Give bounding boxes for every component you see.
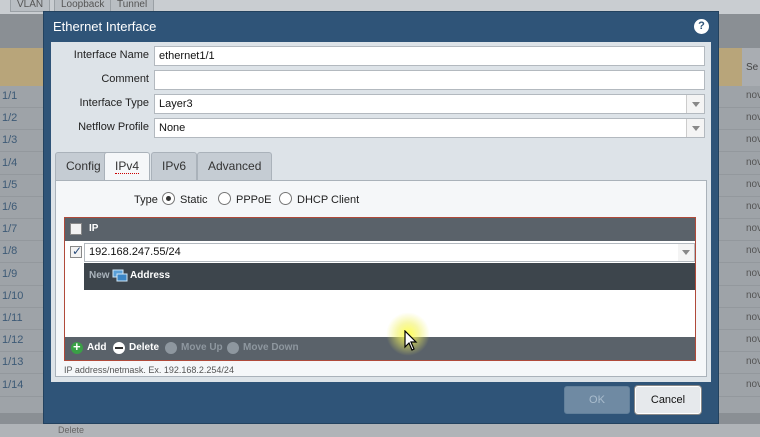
mouse-cursor-icon <box>404 330 418 351</box>
interface-name-cell[interactable]: 1/2 <box>2 112 17 124</box>
static-radio-label: Static <box>180 194 208 206</box>
ip-column-header[interactable]: IP <box>89 223 98 234</box>
dhcp-client-radio[interactable] <box>279 192 292 205</box>
security-cell: nov <box>746 201 760 212</box>
delete-button-label: Delete <box>129 342 160 353</box>
move-down-button-label: Move Down <box>243 342 299 353</box>
interface-name-cell[interactable]: 1/11 <box>2 312 23 324</box>
background-delete-label[interactable]: Delete <box>58 425 84 435</box>
row-checkbox[interactable] <box>70 244 82 258</box>
security-cell: nov <box>746 334 760 346</box>
tab-ipv6[interactable]: IPv6 <box>151 152 198 180</box>
netflow-profile-value: None <box>159 122 186 134</box>
security-cell: nov <box>746 112 760 124</box>
ip-address-input[interactable]: 192.168.247.55/24 <box>84 243 695 262</box>
ip-format-hint: IP address/netmask. Ex. 192.168.2.254/24 <box>64 365 234 375</box>
interface-name-input[interactable]: ethernet1/1 <box>154 46 705 66</box>
interface-type-label: Interface Type <box>79 97 149 109</box>
chevron-down-icon[interactable] <box>678 244 694 261</box>
security-cell: nov <box>746 378 760 390</box>
interface-name-cell[interactable]: 1/8 <box>2 245 17 257</box>
netflow-profile-label: Netflow Profile <box>78 121 149 133</box>
security-cell: nov <box>746 312 760 323</box>
interface-type-select[interactable]: Layer3 <box>154 94 705 114</box>
interface-name-cell[interactable]: 1/9 <box>2 268 17 280</box>
help-icon[interactable]: ? <box>694 19 709 34</box>
dhcp-client-radio-label: DHCP Client <box>297 194 360 206</box>
interface-name-cell[interactable]: 1/5 <box>2 179 17 191</box>
comment-row: Comment <box>51 70 711 90</box>
comment-label: Comment <box>101 73 149 85</box>
add-button-label: Add <box>87 342 107 353</box>
pppoe-radio[interactable] <box>218 192 231 205</box>
chevron-down-icon[interactable] <box>686 119 704 137</box>
move-up-button-label: Move Up <box>181 342 223 353</box>
delete-icon <box>113 342 125 354</box>
interface-name-cell[interactable]: 1/1 <box>2 90 17 102</box>
dialog-title: Ethernet Interface <box>53 19 157 34</box>
tab-ipv4[interactable]: IPv4 <box>104 152 151 181</box>
new-address-option[interactable]: Address <box>130 270 170 281</box>
interface-name-cell[interactable]: 1/14 <box>2 379 23 391</box>
interface-name-cell[interactable]: 1/3 <box>2 134 17 146</box>
chevron-down-icon[interactable] <box>686 95 704 113</box>
pppoe-radio-label: PPPoE <box>236 194 272 206</box>
interface-name-row: Interface Name ethernet1/1 <box>51 46 711 66</box>
netflow-profile-select[interactable]: None <box>154 118 705 138</box>
ip-grid-header: IP <box>65 218 695 241</box>
ip-address-grid: IP 192.168.247.55/24 New Address <box>64 217 696 361</box>
dropdown-new-label: New <box>89 270 110 281</box>
background-header-security: Se <box>742 48 760 86</box>
interface-name-cell[interactable]: 1/10 <box>2 290 23 302</box>
security-cell: nov <box>746 289 760 301</box>
interface-name-cell[interactable]: 1/13 <box>2 356 23 368</box>
security-cell: nov <box>746 223 760 235</box>
ip-grid-toolbar: Add Delete Move Up Move Down <box>65 337 695 360</box>
tab-ipv6-label: IPv6 <box>162 159 187 173</box>
add-button[interactable]: Add <box>71 339 107 354</box>
tab-advanced-label: Advanced <box>208 159 262 173</box>
security-cell: nov <box>746 90 760 101</box>
security-cell: nov <box>746 134 760 146</box>
netflow-profile-row: Netflow Profile None <box>51 118 711 138</box>
security-cell: nov <box>746 156 760 168</box>
ok-button[interactable]: OK <box>564 386 630 414</box>
interface-type-row: Interface Type Layer3 <box>51 94 711 114</box>
static-radio[interactable] <box>162 192 175 205</box>
ip-address-dropdown: New Address <box>84 263 695 290</box>
ethernet-interface-dialog: Ethernet Interface ? Interface Name ethe… <box>43 11 719 424</box>
security-cell: nov <box>746 178 760 190</box>
type-label: Type <box>134 194 158 206</box>
dialog-body: Interface Name ethernet1/1 Comment Inter… <box>51 42 711 382</box>
security-cell: nov <box>746 245 760 257</box>
interface-type-value: Layer3 <box>159 98 193 110</box>
move-down-icon <box>227 342 239 354</box>
move-down-button[interactable]: Move Down <box>227 342 299 354</box>
cancel-button[interactable]: Cancel <box>635 386 701 414</box>
move-up-button[interactable]: Move Up <box>165 342 223 354</box>
interface-name-cell[interactable]: 1/12 <box>2 334 23 346</box>
table-row: 192.168.247.55/24 <box>65 241 695 263</box>
security-cell: nov <box>746 267 760 279</box>
interface-name-label: Interface Name <box>73 49 149 61</box>
interface-name-cell[interactable]: 1/7 <box>2 223 17 235</box>
interface-name-cell[interactable]: 1/4 <box>2 157 17 169</box>
background-footer: Delete <box>0 424 760 437</box>
tab-advanced[interactable]: Advanced <box>197 152 273 180</box>
security-cell: nov <box>746 356 760 368</box>
tab-ipv4-label: IPv4 <box>115 159 140 174</box>
ip-address-value: 192.168.247.55/24 <box>89 246 181 258</box>
ipv4-panel: Type Static PPPoE DHCP Client IP 192.168… <box>55 180 707 377</box>
interface-name-cell[interactable]: 1/6 <box>2 201 17 213</box>
move-up-icon <box>165 342 177 354</box>
address-object-icon <box>112 269 128 282</box>
delete-button[interactable]: Delete <box>113 342 160 354</box>
tab-config-label: Config <box>66 159 101 173</box>
comment-input[interactable] <box>154 70 705 90</box>
select-all-checkbox[interactable] <box>70 223 82 235</box>
add-icon <box>71 339 83 354</box>
